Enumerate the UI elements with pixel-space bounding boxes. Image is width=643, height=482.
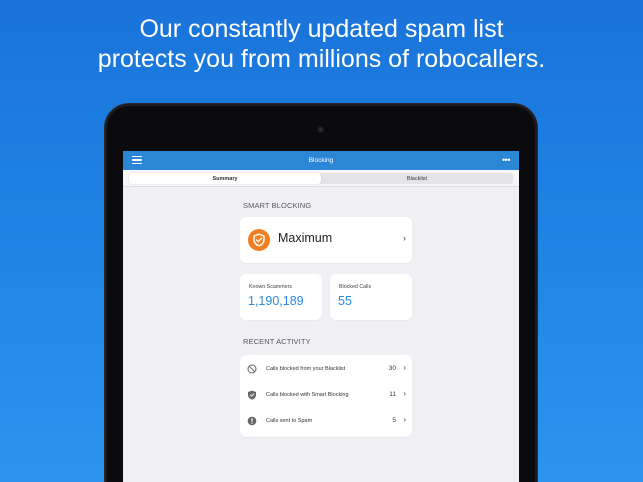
- alert-exclamation-icon: [247, 416, 257, 426]
- hamburger-menu-icon[interactable]: [132, 156, 142, 164]
- activity-count: 11: [389, 391, 396, 398]
- stat-card-known-scammers: Known Scammers 1,190,189: [240, 274, 322, 320]
- front-camera: [317, 126, 324, 133]
- tablet-device: Blocking ••• Summary Blacklist SMART BLO…: [105, 104, 537, 482]
- activity-row-smart-blocking[interactable]: Calls blocked with Smart Blocking 11 ›: [240, 383, 412, 408]
- headline-line-1: Our constantly updated spam list: [139, 15, 504, 43]
- activity-count: 30: [388, 365, 396, 372]
- smart-blocking-level: Maximum: [278, 231, 333, 245]
- stat-value: 1,190,189: [248, 294, 304, 308]
- blocked-circle-icon: [247, 364, 257, 374]
- nav-title: Blocking: [308, 157, 334, 164]
- tab-blacklist[interactable]: Blacklist: [321, 173, 513, 184]
- stat-value: 55: [338, 294, 352, 308]
- stat-card-blocked-calls: Blocked Calls 55: [330, 274, 412, 320]
- navigation-bar: Blocking •••: [123, 151, 519, 170]
- activity-count: 5: [392, 417, 396, 424]
- tab-summary[interactable]: Summary: [129, 173, 321, 184]
- chevron-right-icon: ›: [403, 415, 406, 424]
- headline: Our constantly updated spam list protect…: [0, 14, 643, 74]
- recent-activity-heading: RECENT ACTIVITY: [243, 337, 311, 346]
- headline-line-2: protects you from millions of robocaller…: [97, 45, 546, 73]
- chevron-right-icon: ›: [403, 389, 406, 398]
- recent-activity-card: Calls blocked from your Blacklist 30 › C…: [240, 355, 412, 437]
- shield-check-icon: [248, 229, 270, 251]
- activity-row-spam[interactable]: Calls sent to Spam 5 ›: [240, 409, 412, 434]
- chevron-right-icon: ›: [403, 233, 406, 243]
- app-screen: Blocking ••• Summary Blacklist SMART BLO…: [123, 151, 519, 482]
- segment-bar: Summary Blacklist: [123, 170, 519, 187]
- smart-blocking-heading: SMART BLOCKING: [243, 201, 312, 210]
- stat-label: Known Scammers: [249, 284, 292, 290]
- segmented-control: Summary Blacklist: [129, 173, 513, 184]
- shield-icon: [248, 390, 256, 400]
- more-dots-icon[interactable]: •••: [499, 154, 513, 166]
- stat-label: Blocked Calls: [339, 284, 372, 290]
- smart-blocking-level-card[interactable]: Maximum ›: [240, 217, 412, 263]
- activity-label: Calls blocked with Smart Blocking: [266, 392, 349, 398]
- activity-row-blacklist[interactable]: Calls blocked from your Blacklist 30 ›: [240, 357, 412, 382]
- chevron-right-icon: ›: [403, 363, 406, 372]
- activity-label: Calls sent to Spam: [266, 418, 313, 424]
- activity-label: Calls blocked from your Blacklist: [266, 366, 346, 372]
